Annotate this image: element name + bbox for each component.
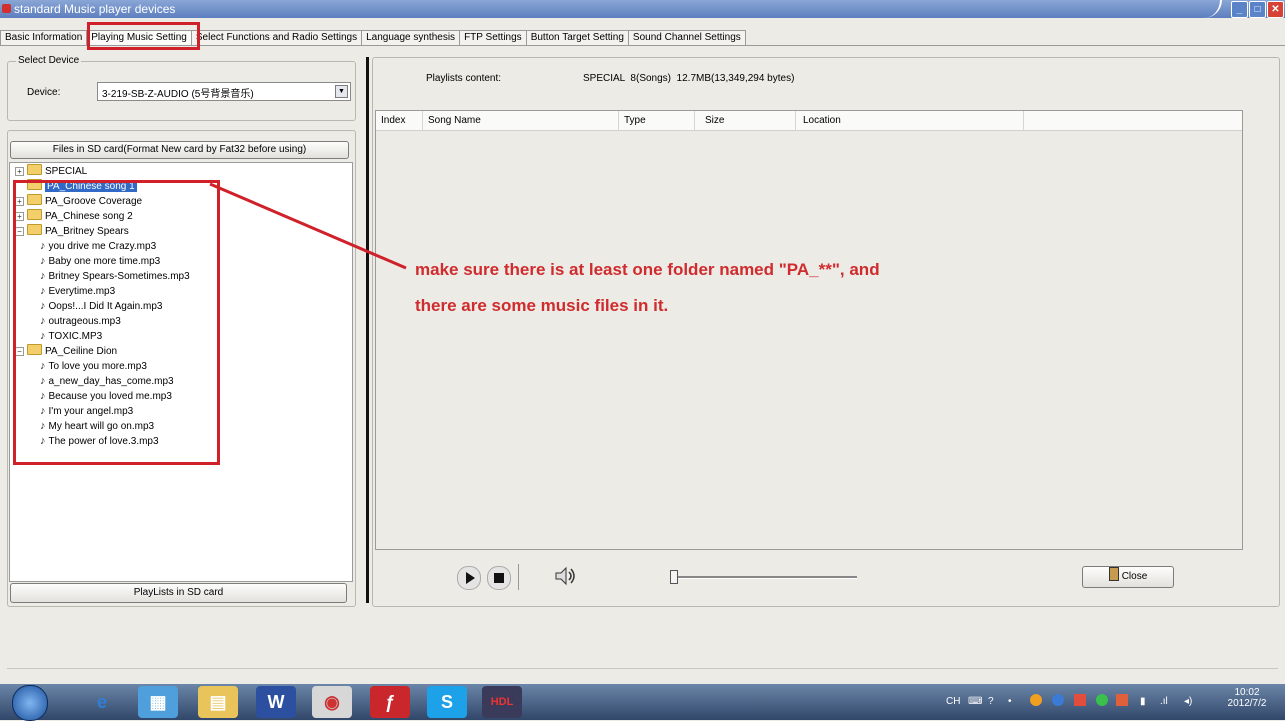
help-icon[interactable]: ? (988, 696, 994, 707)
sd-files-button[interactable]: Files in SD card(Format New card by Fat3… (10, 141, 349, 159)
close-button[interactable]: Close (1082, 566, 1174, 588)
tray-app-icon[interactable] (1096, 694, 1108, 706)
door-icon (1108, 567, 1119, 581)
annotation-arrow (209, 182, 407, 270)
select-device-label: Select Device (16, 55, 82, 66)
column-song-name[interactable]: Song Name (423, 111, 619, 130)
volume-tray-icon[interactable]: ◂) (1184, 696, 1192, 707)
expand-icon[interactable]: + (15, 167, 24, 176)
playlist-content-value: SPECIAL 8(Songs) 12.7MB(13,349,294 bytes… (583, 73, 795, 84)
song-list-header: Index Song Name Type Size Location (376, 111, 1242, 131)
window-title: standard Music player devices (14, 2, 176, 16)
tray-app-icon[interactable] (1074, 694, 1086, 706)
signal-icon[interactable]: .ıl (1160, 696, 1168, 707)
pin-icon[interactable]: • (1008, 696, 1012, 707)
ie-icon[interactable]: e (82, 686, 122, 718)
column-size[interactable]: Size (700, 111, 796, 130)
panel-divider (366, 57, 369, 603)
tray-app-icon[interactable] (1052, 694, 1064, 706)
tree-label: SPECIAL (45, 166, 88, 177)
song-list[interactable]: Index Song Name Type Size Location (375, 110, 1243, 550)
chevron-down-icon[interactable]: ▼ (335, 85, 348, 98)
tab-select-functions[interactable]: Select Functions and Radio Settings (190, 30, 363, 45)
tree-highlight-box (13, 180, 220, 465)
folder-icon (27, 164, 42, 175)
column-type[interactable]: Type (619, 111, 695, 130)
annotation-line-1: make sure there is at least one folder n… (415, 260, 880, 279)
tab-sound-channel-settings[interactable]: Sound Channel Settings (627, 30, 746, 45)
clock-time: 10:02 (1234, 687, 1260, 698)
tab-highlight-box (87, 22, 200, 50)
hdl-icon[interactable]: HDL (482, 686, 522, 718)
battery-icon[interactable]: ▮ (1140, 696, 1146, 707)
keyboard-icon[interactable]: ⌨ (968, 696, 982, 707)
app-icon (2, 4, 11, 13)
play-icon (466, 572, 475, 584)
title-bar: standard Music player devices _ □ ✕ (0, 0, 1285, 18)
tab-button-target-setting[interactable]: Button Target Setting (525, 30, 629, 45)
speaker-icon (555, 566, 575, 586)
tray-app-icon[interactable] (1116, 694, 1128, 706)
tray-app-icon[interactable] (1030, 694, 1042, 706)
tab-ftp-settings[interactable]: FTP Settings (459, 30, 527, 45)
language-indicator[interactable]: CH (946, 696, 960, 707)
start-button[interactable] (12, 685, 48, 721)
word-icon[interactable]: W (256, 686, 296, 718)
playlists-button[interactable]: PlayLists in SD card (10, 583, 347, 603)
seek-thumb[interactable] (670, 570, 678, 584)
explorer-icon[interactable]: ▤ (198, 686, 238, 718)
annotation-line-2: there are some music files in it. (415, 296, 669, 315)
title-decoration (1170, 0, 1222, 18)
skype-icon[interactable]: S (427, 686, 467, 718)
play-button[interactable] (457, 566, 481, 590)
stop-icon (494, 573, 504, 583)
column-location[interactable]: Location (798, 111, 1024, 130)
close-button-label: Close (1121, 571, 1148, 582)
volume-button[interactable] (554, 566, 578, 589)
flash-icon[interactable]: ƒ (370, 686, 410, 718)
seek-track[interactable] (673, 576, 857, 579)
tab-language-synthesis[interactable]: Language synthesis (361, 30, 461, 45)
control-panel-icon[interactable]: ▦ (138, 686, 178, 718)
device-label: Device: (27, 87, 61, 98)
clock[interactable]: 10:02 2012/7/2 (1227, 687, 1267, 709)
maximize-button[interactable]: □ (1249, 1, 1266, 18)
stop-button[interactable] (487, 566, 511, 590)
tab-basic-information[interactable]: Basic Information (0, 30, 88, 45)
device-select[interactable]: 3-219-SB-Z-AUDIO (5号背景音乐) ▼ (97, 82, 351, 101)
status-divider (7, 668, 1278, 669)
column-index[interactable]: Index (376, 111, 423, 130)
minimize-button[interactable]: _ (1231, 1, 1248, 18)
close-window-button[interactable]: ✕ (1267, 1, 1284, 18)
qq-icon[interactable]: ◉ (312, 686, 352, 718)
control-separator (518, 564, 519, 590)
playlist-content-label: Playlists content: (426, 73, 502, 84)
device-select-value: 3-219-SB-Z-AUDIO (5号背景音乐) (102, 89, 254, 100)
tree-folder-special[interactable]: + SPECIAL (15, 164, 87, 178)
taskbar: e ▦ ▤ W ◉ ƒ S HDL CH ⌨ ? • ▮ .ıl ◂) 10:0… (0, 684, 1285, 721)
clock-date: 2012/7/2 (1227, 698, 1267, 709)
